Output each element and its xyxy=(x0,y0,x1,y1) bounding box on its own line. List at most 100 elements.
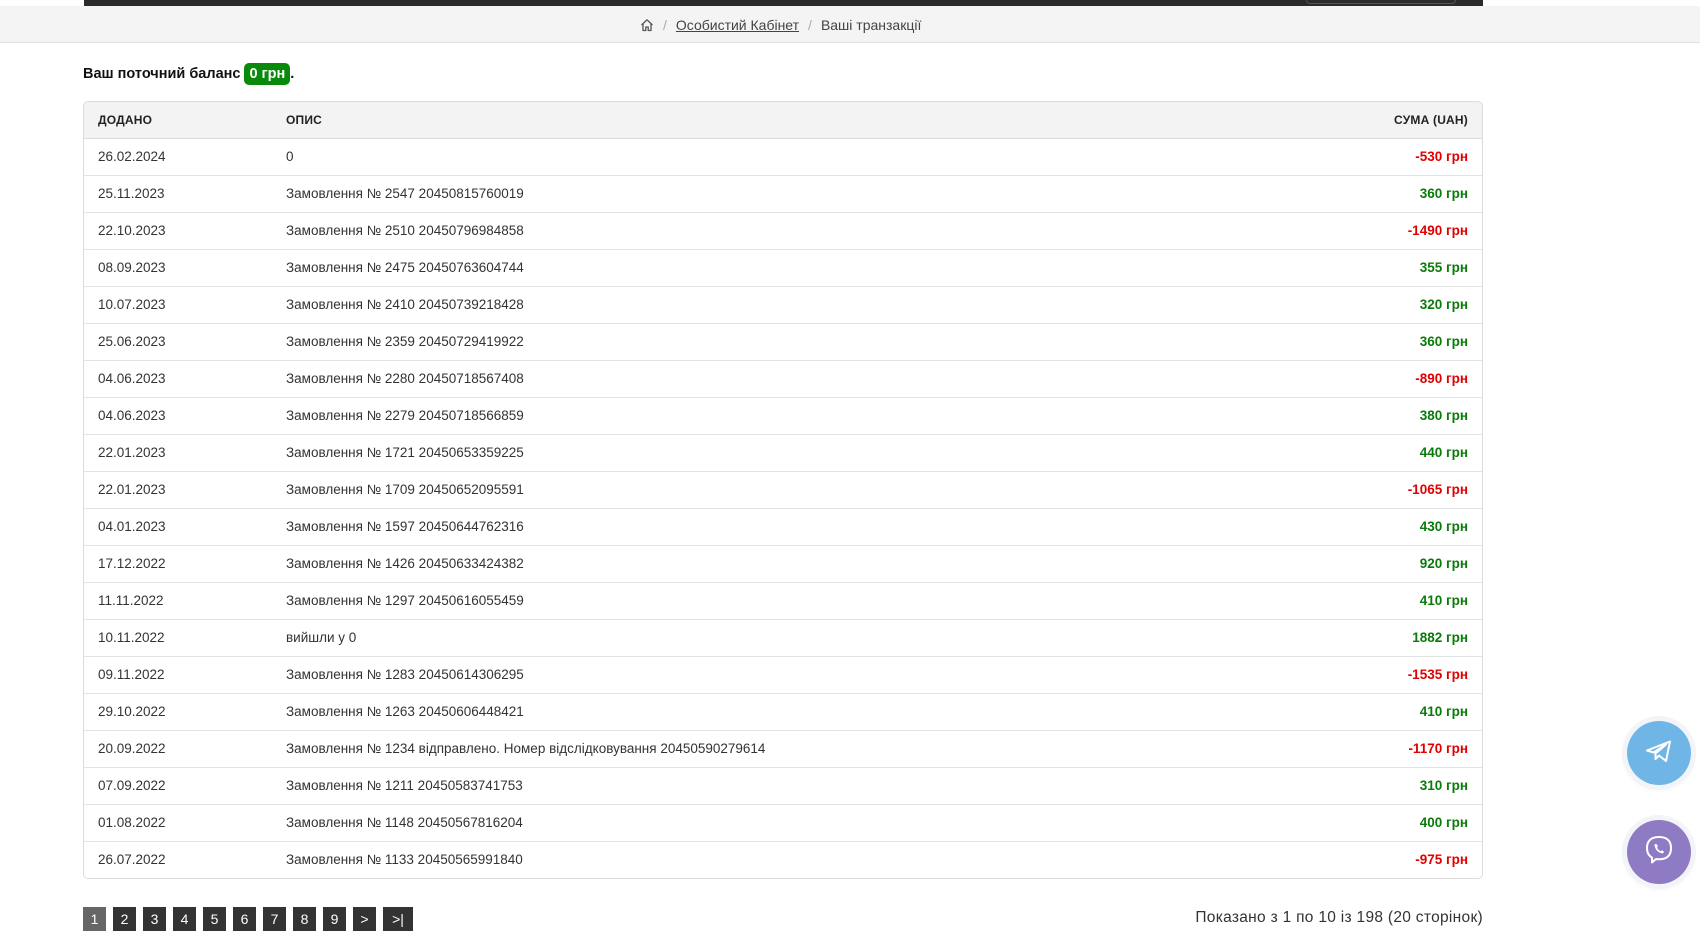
header-search-notch xyxy=(1306,0,1456,4)
page-5-button[interactable]: 5 xyxy=(203,907,226,931)
row-description: Замовлення № 2279 20450718566859 xyxy=(272,397,1280,435)
row-description: Замовлення № 1148 20450567816204 xyxy=(272,804,1280,842)
table-row: 11.11.2022 Замовлення № 1297 204506160554… xyxy=(84,582,1482,620)
row-date: 04.06.2023 xyxy=(84,397,272,435)
row-description: 0 xyxy=(272,138,1280,176)
table-row: 01.08.2022 Замовлення № 1148 204505678162… xyxy=(84,804,1482,842)
row-date: 09.11.2022 xyxy=(84,656,272,694)
table-row: 22.10.2023 Замовлення № 2510 204507969848… xyxy=(84,212,1482,250)
row-amount: 430 грн xyxy=(1279,508,1482,546)
row-date: 22.10.2023 xyxy=(84,212,272,250)
row-amount: 310 грн xyxy=(1279,767,1482,805)
row-date: 10.07.2023 xyxy=(84,286,272,324)
row-description: Замовлення № 1297 20450616055459 xyxy=(272,582,1280,620)
row-description: Замовлення № 2475 20450763604744 xyxy=(272,249,1280,287)
table-row: 25.06.2023 Замовлення № 2359 204507294199… xyxy=(84,323,1482,361)
row-amount: 400 грн xyxy=(1279,804,1482,842)
balance-line: Ваш поточний баланс 0 грн . xyxy=(83,61,294,87)
row-description: Замовлення № 1263 20450606448421 xyxy=(272,693,1280,731)
page-8-button[interactable]: 8 xyxy=(293,907,316,931)
table-header: ДОДАНО ОПИС СУМА (UAH) xyxy=(84,102,1482,139)
row-description: Замовлення № 1721 20450653359225 xyxy=(272,434,1280,472)
row-description: Замовлення № 2547 20450815760019 xyxy=(272,175,1280,213)
row-date: 29.10.2022 xyxy=(84,693,272,731)
table-row: 10.07.2023 Замовлення № 2410 204507392184… xyxy=(84,286,1482,324)
table-row: 22.01.2023 Замовлення № 1709 204506520955… xyxy=(84,471,1482,509)
row-date: 04.06.2023 xyxy=(84,360,272,398)
row-description: Замовлення № 2359 20450729419922 xyxy=(272,323,1280,361)
table-body: 26.02.2024 0 -530 грн 25.11.2023 Замовлення … xyxy=(84,138,1482,878)
table-row: 04.01.2023 Замовлення № 1597 204506447623… xyxy=(84,508,1482,546)
header-description: ОПИС xyxy=(272,102,1280,139)
row-date: 07.09.2022 xyxy=(84,767,272,805)
table-row: 29.10.2022 Замовлення № 1263 204506064484… xyxy=(84,693,1482,731)
row-date: 20.09.2022 xyxy=(84,730,272,768)
telegram-icon xyxy=(1643,735,1675,772)
breadcrumb-bar: / Особистий Кабінет / Ваші транзакції xyxy=(0,6,1700,43)
row-description: Замовлення № 1234 відправлено. Номер від… xyxy=(272,730,1280,768)
breadcrumb-cabinet-link[interactable]: Особистий Кабінет xyxy=(676,17,799,33)
viber-button[interactable] xyxy=(1627,820,1691,884)
balance-suffix: . xyxy=(290,66,295,82)
row-description: Замовлення № 2280 20450718567408 xyxy=(272,360,1280,398)
table-row: 22.01.2023 Замовлення № 1721 204506533592… xyxy=(84,434,1482,472)
row-amount: 1882 грн xyxy=(1279,619,1482,657)
pagination: 1 2 3 4 5 6 7 8 9 > >| xyxy=(83,907,413,931)
row-date: 11.11.2022 xyxy=(84,582,272,620)
next-page-button[interactable]: > xyxy=(353,907,376,931)
row-date: 26.07.2022 xyxy=(98,852,166,868)
breadcrumb-current: Ваші транзакції xyxy=(820,16,922,33)
breadcrumb-separator: / xyxy=(808,16,812,33)
page-2-button[interactable]: 2 xyxy=(113,907,136,931)
row-date: 22.01.2023 xyxy=(84,434,272,472)
row-amount: 360 грн xyxy=(1279,175,1482,213)
page-7-button[interactable]: 7 xyxy=(263,907,286,931)
row-amount: 380 грн xyxy=(1279,397,1482,435)
row-amount: 320 грн xyxy=(1279,286,1482,324)
row-description: Замовлення № 1211 20450583741753 xyxy=(272,767,1280,805)
balance-label: Ваш поточний баланс xyxy=(83,66,241,82)
table-row: 10.11.2022 вийшли у 0 1882 грн xyxy=(84,619,1482,657)
table-row: 26.02.2024 0 -530 грн xyxy=(84,138,1482,176)
header-date: ДОДАНО xyxy=(84,102,272,139)
row-amount: -530 грн xyxy=(1279,138,1482,176)
home-icon[interactable] xyxy=(640,18,654,32)
page-4-button[interactable]: 4 xyxy=(173,907,196,931)
row-amount: -1490 грн xyxy=(1279,212,1482,250)
page-3-button[interactable]: 3 xyxy=(143,907,166,931)
breadcrumb-separator: / xyxy=(663,16,667,33)
row-date: 17.12.2022 xyxy=(84,545,272,583)
table-row: 09.11.2022 Замовлення № 1283 204506143062… xyxy=(84,656,1482,694)
row-amount: -1170 грн xyxy=(1279,730,1482,768)
row-description: Замовлення № 1709 20450652095591 xyxy=(272,471,1280,509)
table-row: 07.09.2022 Замовлення № 1211 204505837417… xyxy=(84,767,1482,805)
row-amount: 410 грн xyxy=(1279,693,1482,731)
page-6-button[interactable]: 6 xyxy=(233,907,256,931)
row-amount: 920 грн xyxy=(1279,545,1482,583)
row-amount: 360 грн xyxy=(1279,323,1482,361)
table-row: 26.07.2022 Замовлення № 1133 204505659918… xyxy=(84,841,1482,878)
row-amount: 440 грн xyxy=(1279,434,1482,472)
page-9-button[interactable]: 9 xyxy=(323,907,346,931)
row-description: вийшли у 0 xyxy=(272,619,1280,657)
row-amount: 410 грн xyxy=(1279,582,1482,620)
viber-icon xyxy=(1642,833,1676,872)
row-amount: 355 грн xyxy=(1279,249,1482,287)
telegram-button[interactable] xyxy=(1627,721,1691,785)
table-row: 08.09.2023 Замовлення № 2475 204507636047… xyxy=(84,249,1482,287)
last-page-button[interactable]: >| xyxy=(383,907,413,931)
row-description: Замовлення № 2410 20450739218428 xyxy=(272,286,1280,324)
balance-badge: 0 грн xyxy=(244,63,291,85)
row-amount: -890 грн xyxy=(1279,360,1482,398)
row-amount: -1535 грн xyxy=(1279,656,1482,694)
row-date: 22.01.2023 xyxy=(84,471,272,509)
table-header-row: ДОДАНО ОПИС СУМА (UAH) xyxy=(84,102,1482,139)
table-row: 25.11.2023 Замовлення № 2547 204508157600… xyxy=(84,175,1482,213)
table-row: 17.12.2022 Замовлення № 1426 204506334243… xyxy=(84,545,1482,583)
row-amount: -1065 грн xyxy=(1279,471,1482,509)
row-description: Замовлення № 1597 20450644762316 xyxy=(272,508,1280,546)
row-description: Замовлення № 1133 20450565991840 xyxy=(286,852,523,868)
row-date: 25.06.2023 xyxy=(84,323,272,361)
page-1-button[interactable]: 1 xyxy=(83,907,106,931)
row-date: 10.11.2022 xyxy=(84,619,272,657)
